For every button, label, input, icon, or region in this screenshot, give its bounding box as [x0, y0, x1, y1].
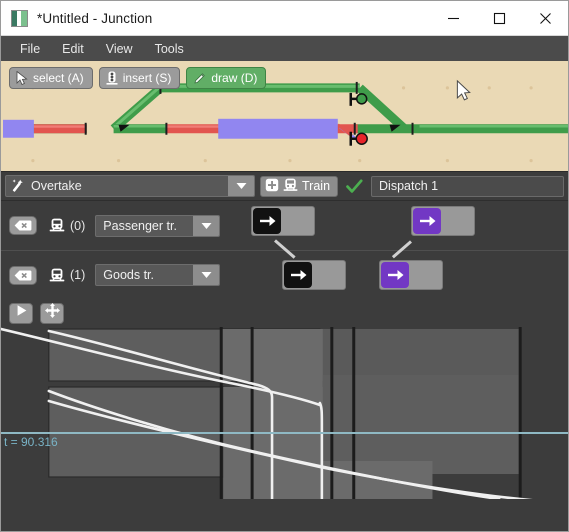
arrow-right-icon — [413, 208, 441, 234]
chevron-down-icon[interactable] — [228, 176, 254, 196]
train-type-label: Goods tr. — [103, 268, 155, 282]
track-layout-canvas[interactable]: select (A) insert (S) draw (D) — [1, 61, 568, 172]
draw-tool-label: draw (D) — [211, 71, 258, 85]
arrow-right-icon — [284, 262, 312, 288]
magic-wand-icon — [11, 179, 25, 193]
arrow-right-icon — [381, 262, 409, 288]
time-cursor-line[interactable] — [1, 432, 568, 434]
waypoint-1-b[interactable] — [379, 260, 443, 290]
train-type-select[interactable]: Passenger tr. — [95, 214, 221, 237]
train-list: (0) Passenger tr. (1) Goods tr. — [1, 201, 568, 299]
select-tool-button[interactable]: select (A) — [9, 67, 93, 89]
menu-item-file[interactable]: File — [11, 39, 49, 59]
draw-tool-button[interactable]: draw (D) — [186, 67, 267, 89]
menu-item-tools[interactable]: Tools — [146, 39, 193, 59]
cursor-arrow-icon — [16, 71, 28, 85]
scenario-bar: Overtake Train Dispatch 1 — [1, 172, 568, 201]
train-index-label: (1) — [70, 268, 86, 282]
add-train-button[interactable]: Train — [260, 175, 339, 197]
table-row: (0) Passenger tr. — [1, 201, 568, 250]
application-window: *Untitled - Junction File Edit View Tool… — [0, 0, 569, 532]
arrow-right-icon — [253, 208, 281, 234]
waypoint-0-b[interactable] — [411, 206, 475, 236]
minimize-icon[interactable] — [430, 1, 476, 35]
waypoint-0-a[interactable] — [251, 206, 315, 236]
train-icon — [283, 178, 298, 195]
train-index-label: (0) — [70, 218, 86, 233]
graph-plot — [1, 327, 533, 499]
menu-item-view[interactable]: View — [97, 39, 142, 59]
maximize-icon[interactable] — [476, 1, 522, 35]
insert-tool-label: insert (S) — [122, 71, 172, 85]
dispatch-input[interactable]: Dispatch 1 — [371, 175, 564, 197]
train-type-select[interactable]: Goods tr. — [95, 264, 221, 286]
chevron-down-icon[interactable] — [193, 265, 220, 285]
scenario-label: Overtake — [31, 179, 82, 193]
pan-button[interactable] — [40, 302, 64, 324]
window-title: *Untitled - Junction — [37, 10, 153, 26]
close-icon[interactable] — [522, 1, 568, 35]
signal-upper — [349, 92, 368, 106]
play-icon — [15, 304, 28, 322]
playback-bar — [1, 299, 568, 327]
tool-buttons: select (A) insert (S) draw (D) — [9, 67, 267, 89]
menu-item-edit[interactable]: Edit — [53, 39, 93, 59]
pencil-icon — [193, 72, 206, 85]
mouse-pointer-icon — [456, 79, 471, 101]
window-controls — [430, 1, 568, 35]
move-icon — [44, 303, 60, 323]
insert-tool-button[interactable]: insert (S) — [98, 67, 181, 89]
table-row: (1) Goods tr. — [1, 239, 568, 299]
delete-train-button[interactable] — [9, 216, 37, 235]
menu-bar: File Edit View Tools — [1, 36, 568, 61]
train-type-label: Passenger tr. — [103, 218, 177, 233]
select-tool-label: select (A) — [33, 71, 84, 85]
chevron-down-icon[interactable] — [193, 215, 220, 236]
train-icon — [49, 218, 65, 233]
title-bar: *Untitled - Junction — [1, 1, 568, 36]
time-cursor-label: t = 90.316 — [4, 435, 58, 449]
signal-lower — [349, 131, 368, 146]
waypoint-1-a[interactable] — [282, 260, 346, 290]
time-distance-graph[interactable]: t = 90.316 — [1, 327, 568, 499]
delete-train-button[interactable] — [9, 265, 37, 285]
signal-icon — [106, 71, 118, 85]
scenario-select[interactable]: Overtake — [5, 175, 255, 197]
check-icon — [343, 178, 366, 194]
add-train-label: Train — [302, 179, 331, 193]
play-button[interactable] — [9, 302, 33, 324]
train-icon — [49, 268, 65, 283]
plus-icon — [265, 178, 279, 195]
app-logo-icon — [11, 9, 28, 27]
